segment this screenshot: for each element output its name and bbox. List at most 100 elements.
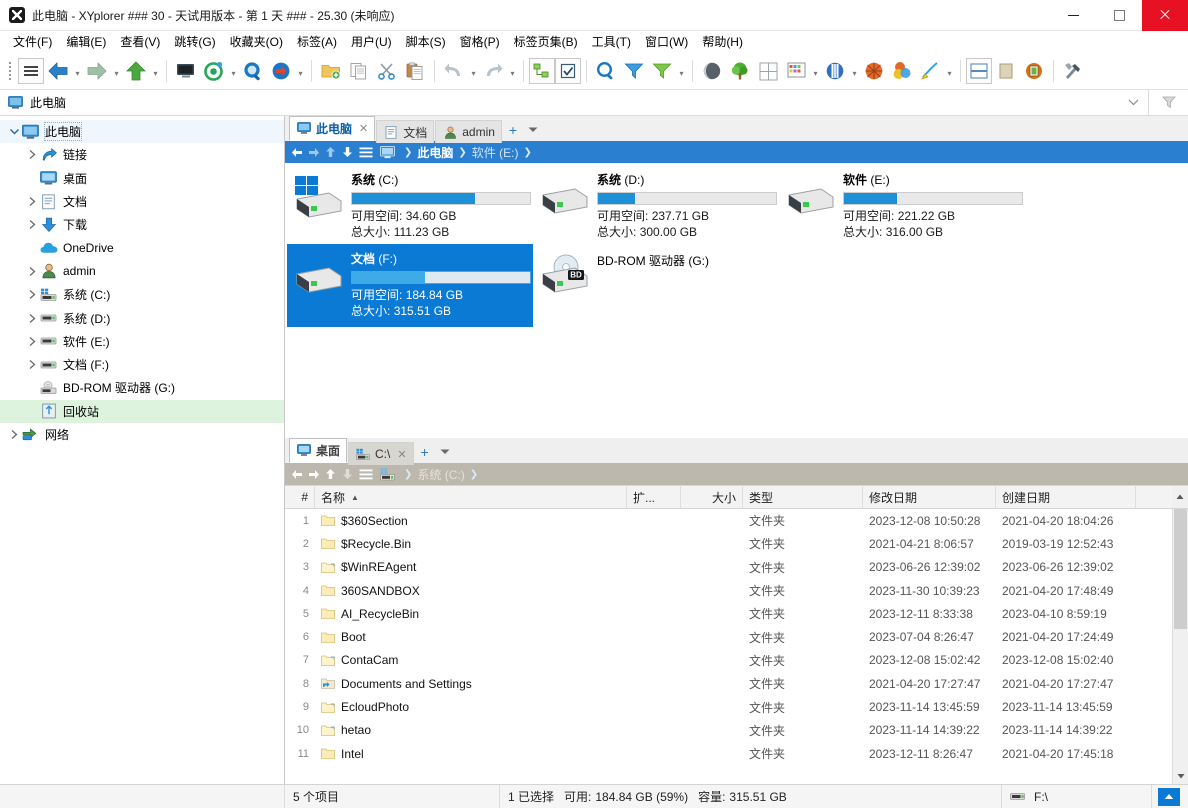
expander-open-icon[interactable] (6, 124, 22, 140)
tags-dropdown[interactable]: ▾ (849, 57, 860, 85)
column-header-created[interactable]: 创建日期 (996, 485, 1136, 509)
go-to-dropdown[interactable]: ▾ (295, 57, 306, 85)
paste-button[interactable] (401, 57, 429, 85)
expander-closed-icon[interactable] (6, 427, 22, 443)
tab-close-icon[interactable]: ✕ (397, 448, 406, 461)
drive-tile-g[interactable]: BD BD-ROM 驱动器 (G:) (533, 244, 779, 306)
breadcrumb-up-button[interactable] (323, 141, 338, 163)
menu-file[interactable]: 文件(F) (6, 32, 59, 52)
target-button[interactable] (200, 57, 228, 85)
address-filter-button[interactable] (1148, 89, 1188, 116)
copy-button[interactable] (345, 57, 373, 85)
menu-help[interactable]: 帮助(H) (695, 32, 750, 52)
expander-closed-icon[interactable] (24, 194, 40, 210)
breadcrumb-menu-button[interactable] (357, 141, 375, 163)
status-drive-cell[interactable]: F:\ (1002, 784, 1152, 808)
breadcrumb-menu-button[interactable] (357, 463, 375, 485)
maximize-button[interactable] (1096, 0, 1142, 31)
tree-item-admin[interactable]: admin (0, 260, 284, 283)
tree-item-network[interactable]: 网络 (0, 423, 284, 446)
tree-item-drive-d[interactable]: 系统 (D:) (0, 306, 284, 329)
menu-favorites[interactable]: 收藏夹(O) (223, 32, 290, 52)
back-dropdown[interactable]: ▾ (72, 57, 83, 85)
tree-item-this-pc[interactable]: 此电脑 (0, 120, 284, 144)
tab-close-icon[interactable]: ✕ (359, 122, 368, 135)
drive-tile-d[interactable]: 系统 (D:) 可用空间: 237.71 GB 总大小: 300.00 GB (533, 165, 779, 248)
undo-dropdown[interactable]: ▾ (468, 57, 479, 85)
breadcrumb-item-drive-e[interactable]: 软件 (E:) (472, 144, 519, 161)
table-row[interactable]: 9 EcloudPhoto 文件夹 2023-11-14 13:45:59 20… (285, 695, 1172, 718)
tree-item-onedrive[interactable]: OneDrive (0, 236, 284, 259)
tree-item-drive-f[interactable]: 文档 (F:) (0, 353, 284, 376)
file-list-rows[interactable]: 1 $360Section 文件夹 2023-12-08 10:50:28 20… (285, 509, 1172, 784)
desktop-button[interactable] (172, 57, 200, 85)
column-header-number[interactable]: # (285, 485, 315, 509)
folder-tree-panel[interactable]: 此电脑 链接 桌面 文档 下载 OneDrive admin 系统 (C:) 系… (0, 116, 285, 784)
tree-item-bd-rom[interactable]: BD-ROM 驱动器 (G:) (0, 376, 284, 399)
redo-dropdown[interactable]: ▾ (507, 57, 518, 85)
tab-this-pc[interactable]: 此电脑 ✕ (289, 116, 376, 141)
table-row[interactable]: 7 ContaCam 文件夹 2023-12-08 15:02:42 2023-… (285, 649, 1172, 672)
redo-button[interactable] (479, 57, 507, 85)
tree-item-drive-e[interactable]: 软件 (E:) (0, 330, 284, 353)
menu-tools[interactable]: 工具(T) (585, 32, 638, 52)
minimize-button[interactable] (1050, 0, 1096, 31)
expander-closed-icon[interactable] (24, 263, 40, 279)
scroll-down-button[interactable] (1173, 767, 1188, 784)
tree-button[interactable] (726, 57, 754, 85)
find-files-button[interactable] (239, 57, 267, 85)
color-filter-button[interactable] (860, 57, 888, 85)
row-name[interactable]: Intel (315, 742, 627, 765)
close-button[interactable] (1142, 0, 1188, 31)
highlight-button[interactable] (916, 57, 944, 85)
menu-edit[interactable]: 编辑(E) (59, 32, 113, 52)
menu-window[interactable]: 窗口(W) (638, 32, 695, 52)
row-name[interactable]: $360Section (315, 509, 627, 532)
back-button[interactable] (44, 57, 72, 85)
tree-item-desktop[interactable]: 桌面 (0, 167, 284, 190)
tree-item-links[interactable]: 链接 (0, 143, 284, 166)
tree-item-documents[interactable]: 文档 (0, 190, 284, 213)
breadcrumb-down-button[interactable] (340, 463, 355, 485)
undo-button[interactable] (440, 57, 468, 85)
search-button[interactable] (592, 57, 620, 85)
column-header-modified[interactable]: 修改日期 (863, 485, 996, 509)
table-row[interactable]: 2 $Recycle.Bin 文件夹 2021-04-21 8:06:57 20… (285, 532, 1172, 555)
breadcrumb-back-button[interactable] (289, 463, 304, 485)
drive-tile-e[interactable]: 软件 (E:) 可用空间: 221.22 GB 总大小: 316.00 GB (779, 165, 1025, 248)
drive-tiles-pane[interactable]: 系统 (C:) 可用空间: 34.60 GB 总大小: 111.23 GB 系统… (285, 163, 1188, 438)
add-tab-button[interactable]: + (503, 118, 523, 141)
highlight-dropdown[interactable]: ▾ (944, 57, 955, 85)
new-folder-button[interactable] (317, 57, 345, 85)
breadcrumb-forward-button[interactable] (306, 463, 321, 485)
breadcrumb-item-this-pc[interactable]: 此电脑 (417, 144, 453, 161)
tab-list-menu-button[interactable] (435, 440, 455, 463)
column-header-type[interactable]: 类型 (743, 485, 863, 509)
breadcrumb-up-button[interactable] (323, 463, 338, 485)
expander-closed-icon[interactable] (24, 217, 40, 233)
breadcrumb-forward-button[interactable] (306, 141, 321, 163)
row-name[interactable]: 360SANDBOX (315, 579, 627, 602)
table-row[interactable]: 1 $360Section 文件夹 2023-12-08 10:50:28 20… (285, 509, 1172, 532)
forward-button[interactable] (83, 57, 111, 85)
tags-button[interactable] (821, 57, 849, 85)
file-list-scrollbar[interactable] (1172, 509, 1188, 784)
table-row[interactable]: 5 AI_RecycleBin 文件夹 2023-12-11 8:33:38 2… (285, 602, 1172, 625)
visual-filter-button[interactable] (648, 57, 676, 85)
preview-pane-button[interactable] (1020, 57, 1048, 85)
tree-item-drive-c[interactable]: 系统 (C:) (0, 283, 284, 306)
file-list-pane[interactable]: # 名称 ▲ 扩... 大小 类型 修改日期 创建日期 1 $360Sectio… (285, 485, 1188, 784)
menu-scripting[interactable]: 脚本(S) (399, 32, 453, 52)
menu-tabsets[interactable]: 标签页集(B) (507, 32, 585, 52)
address-dropdown-button[interactable] (1118, 90, 1148, 116)
toolbar-grip[interactable] (6, 60, 16, 82)
row-name[interactable]: ContaCam (315, 649, 627, 672)
expander-closed-icon[interactable] (24, 287, 40, 303)
scroll-up-button[interactable] (1172, 485, 1188, 509)
split-horizontal-button[interactable] (966, 58, 992, 84)
row-name[interactable]: Documents and Settings (315, 672, 627, 695)
tree-item-downloads[interactable]: 下载 (0, 213, 284, 236)
add-tab-button[interactable]: + (415, 440, 435, 463)
branch-view-button[interactable] (529, 58, 555, 84)
row-name[interactable]: EcloudPhoto (315, 695, 627, 718)
